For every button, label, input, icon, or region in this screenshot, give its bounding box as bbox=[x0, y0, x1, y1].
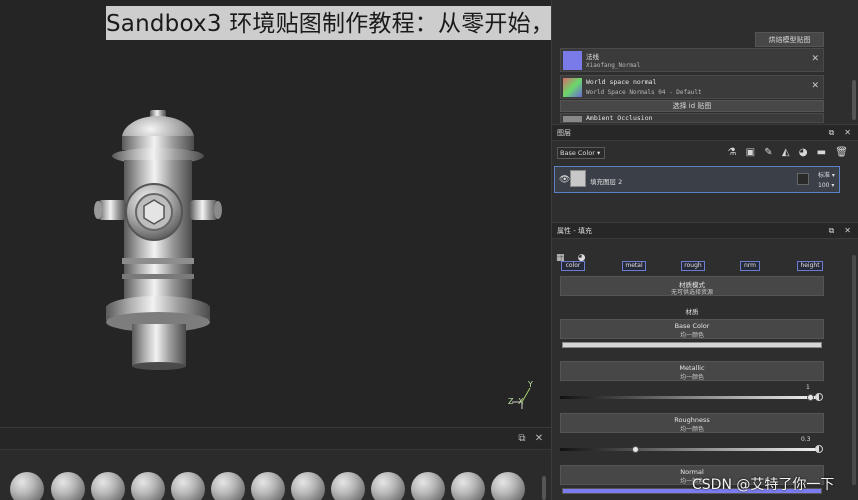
roughness-texture-icon[interactable] bbox=[815, 445, 823, 453]
fire-hydrant-model[interactable] bbox=[92, 108, 224, 370]
shelf-toolbar: ⧉ ✕ bbox=[0, 428, 551, 450]
layer-blend-mode[interactable]: 标准 ▾ bbox=[818, 170, 835, 179]
layers-header-icons: ⧉ ✕ bbox=[819, 128, 851, 138]
fill-layer-icon[interactable]: ◭ bbox=[782, 147, 790, 158]
mask-icon[interactable]: ▣ bbox=[746, 147, 755, 158]
metallic-label: Metallic bbox=[679, 364, 705, 372]
material-thumbnail[interactable] bbox=[171, 472, 205, 500]
close-icon[interactable]: ✕ bbox=[844, 226, 851, 235]
remove-icon[interactable]: ✕ bbox=[811, 54, 819, 64]
axis-y-label: Y bbox=[528, 380, 533, 389]
texture-name: 法线 bbox=[586, 53, 599, 61]
texture-card-normal[interactable]: 法线 Xiaofang_Normal ✕ bbox=[560, 48, 824, 72]
texture-name: Ambient Occlusion bbox=[586, 114, 653, 122]
metallic-slider[interactable] bbox=[560, 396, 818, 399]
material-thumbnails bbox=[0, 472, 551, 500]
layers-header: 图层 ⧉ ✕ bbox=[552, 124, 858, 141]
texture-thumbnail bbox=[563, 116, 582, 122]
smart-material-icon[interactable]: ◕ bbox=[799, 147, 808, 158]
material-thumbnail[interactable] bbox=[291, 472, 325, 500]
base-color-swatch[interactable] bbox=[562, 342, 822, 348]
watermark: CSDN @艾特了你一下 bbox=[692, 477, 835, 493]
close-icon[interactable]: ✕ bbox=[533, 433, 545, 445]
material-thumbnail[interactable] bbox=[211, 472, 245, 500]
texture-card-world-normal[interactable]: World space normal World Space Normals 0… bbox=[560, 75, 824, 99]
material-thumbnail[interactable] bbox=[371, 472, 405, 500]
texture-thumbnail bbox=[563, 78, 582, 97]
material-section-label: 材质 bbox=[685, 308, 699, 316]
3d-viewport[interactable]: Sandbox3 环境贴图制作教程：从零开始，轻松掌握技巧 Y Z X bbox=[0, 0, 732, 427]
material-thumbnail[interactable] bbox=[491, 472, 525, 500]
material-thumbnail[interactable] bbox=[411, 472, 445, 500]
layer-opacity[interactable]: 100 ▾ bbox=[818, 182, 834, 189]
roughness-field[interactable]: Roughness 均一颜色 bbox=[560, 413, 824, 433]
shelf-panel: ⧉ ✕ bbox=[0, 427, 551, 500]
blend-mode-value: 标准 bbox=[818, 172, 831, 179]
base-color-field[interactable]: Base Color 均一颜色 bbox=[560, 319, 824, 339]
channel-toggle-color[interactable]: color bbox=[561, 261, 585, 271]
roughness-mode: 均一颜色 bbox=[679, 426, 704, 433]
bake-button[interactable]: 烘焙模型贴图 bbox=[755, 32, 824, 47]
texture-name: World space normal bbox=[586, 78, 657, 86]
remove-icon[interactable]: ✕ bbox=[811, 81, 819, 91]
channel-dropdown-value: Base Color bbox=[560, 149, 595, 157]
right-panel: 烘焙模型贴图 法线 Xiaofang_Normal ✕ World space … bbox=[551, 0, 858, 500]
metallic-field[interactable]: Metallic 均一颜色 bbox=[560, 361, 824, 381]
channel-toggle-rough[interactable]: rough bbox=[681, 261, 705, 271]
float-icon[interactable]: ⧉ bbox=[829, 226, 835, 235]
app-root: Sandbox3 环境贴图制作教程：从零开始，轻松掌握技巧 Y Z X ⧉ ✕ … bbox=[0, 0, 858, 500]
channel-toggle-metal[interactable]: metal bbox=[622, 261, 646, 271]
metallic-slider-handle[interactable] bbox=[807, 394, 814, 401]
texture-thumbnail bbox=[563, 51, 582, 70]
metallic-texture-icon[interactable] bbox=[815, 393, 823, 401]
properties-scrollbar[interactable] bbox=[852, 255, 856, 485]
channel-dropdown[interactable]: Base Color ▾ bbox=[557, 147, 605, 159]
layer-name[interactable]: 填充图层 2 bbox=[590, 176, 622, 186]
material-mode-value: 无可供选择资源 bbox=[670, 289, 713, 296]
axis-x-label: X bbox=[518, 397, 524, 406]
select-id-map-button[interactable]: 选择 id 贴图 bbox=[560, 100, 824, 112]
properties-title: 属性 - 填充 bbox=[557, 227, 592, 235]
material-thumbnail[interactable] bbox=[451, 472, 485, 500]
base-color-mode: 均一颜色 bbox=[679, 332, 704, 339]
roughness-slider-handle[interactable] bbox=[632, 446, 639, 453]
opacity-value: 100 bbox=[818, 182, 830, 189]
properties-header-icons: ⧉ ✕ bbox=[819, 226, 851, 236]
float-icon[interactable]: ⧉ bbox=[829, 128, 835, 137]
material-mode-field[interactable]: 材质模式 无可供选择资源 bbox=[560, 276, 824, 296]
layer-thumbnail bbox=[570, 170, 586, 187]
roughness-label: Roughness bbox=[674, 416, 710, 424]
material-thumbnail[interactable] bbox=[131, 472, 165, 500]
properties-header: 属性 - 填充 ⧉ ✕ bbox=[552, 222, 858, 239]
delete-icon[interactable]: 🗑 bbox=[835, 147, 848, 158]
material-thumbnail[interactable] bbox=[51, 472, 85, 500]
material-thumbnail[interactable] bbox=[10, 472, 44, 500]
metallic-mode: 均一颜色 bbox=[679, 374, 704, 381]
visibility-eye-icon[interactable]: 👁 bbox=[559, 175, 570, 185]
texture-card-ao[interactable]: Ambient Occlusion bbox=[560, 113, 824, 123]
layers-title: 图层 bbox=[557, 129, 571, 137]
layer-row[interactable]: 👁 填充图层 2 标准 ▾ 100 ▾ bbox=[554, 166, 840, 193]
texture-source: Xiaofang_Normal bbox=[586, 62, 641, 69]
channel-toggle-nrm[interactable]: nrm bbox=[740, 261, 760, 271]
axis-z-label: Z bbox=[508, 397, 514, 406]
close-icon[interactable]: ✕ bbox=[844, 128, 851, 137]
paint-layer-icon[interactable]: ✎ bbox=[764, 147, 772, 158]
effects-icon[interactable]: ⚗ bbox=[727, 147, 736, 158]
layer-toolbar: ⚗ ▣ ✎ ◭ ◕ ▬ 🗑 bbox=[721, 147, 848, 158]
axis-gizmo: Y Z X bbox=[508, 380, 538, 410]
metallic-value: 1 bbox=[806, 384, 810, 391]
material-thumbnail[interactable] bbox=[331, 472, 365, 500]
roughness-value: 0.3 bbox=[801, 436, 811, 443]
material-thumbnail[interactable] bbox=[91, 472, 125, 500]
folder-icon[interactable]: ▬ bbox=[817, 147, 826, 158]
texture-source: World Space Normals 04 - Default bbox=[586, 89, 702, 96]
layer-mask-swatch[interactable] bbox=[797, 173, 809, 185]
float-icon[interactable]: ⧉ bbox=[516, 433, 528, 445]
material-thumbnail[interactable] bbox=[251, 472, 285, 500]
texture-scrollbar[interactable] bbox=[852, 80, 856, 120]
channel-toggle-height[interactable]: height bbox=[797, 261, 823, 271]
base-color-label: Base Color bbox=[674, 322, 710, 330]
roughness-slider[interactable] bbox=[560, 448, 818, 451]
